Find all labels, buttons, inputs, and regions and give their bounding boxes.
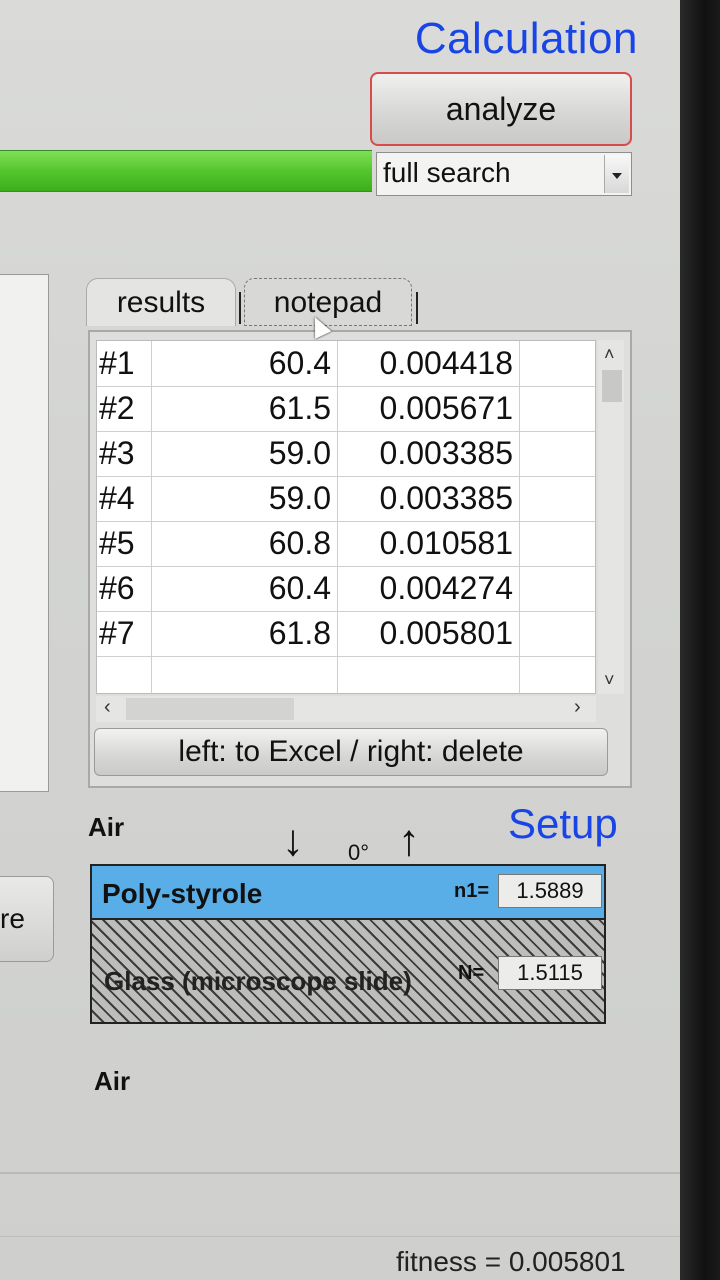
fitness-status: fitness = 0.005801	[396, 1246, 626, 1277]
row-id: #2	[99, 390, 135, 426]
setup-title: Setup	[508, 800, 618, 847]
excel-delete-button[interactable]: left: to Excel / right: delete	[94, 728, 608, 776]
refractive-index-field[interactable]: 1.5889	[498, 874, 602, 908]
row-fitness: 0.004274	[379, 570, 513, 606]
tab-separator	[239, 292, 241, 324]
scroll-down-icon[interactable]: ˅	[604, 670, 615, 691]
tab-results[interactable]: results	[86, 278, 236, 326]
app-window: Calculation analyze full search re resul…	[0, 0, 680, 1280]
scroll-left-icon[interactable]: ‹	[104, 696, 111, 719]
vertical-scrollbar[interactable]: ˄ ˅	[598, 340, 624, 694]
divider	[0, 1236, 680, 1237]
table-row[interactable]: #2 61.5 0.005671	[97, 386, 595, 432]
row-fitness: 0.005801	[379, 615, 513, 651]
progress-bar	[0, 150, 372, 192]
scroll-right-icon[interactable]: ›	[574, 696, 581, 719]
refractive-index-field[interactable]: 1.5115	[498, 956, 602, 990]
left-side-button-label: re	[0, 903, 25, 934]
row-id: #3	[99, 435, 135, 471]
incident-arrow-icon: ↓	[282, 816, 304, 865]
row-angle: 60.4	[268, 570, 331, 606]
tab-separator	[416, 292, 418, 324]
layer-polystyrole[interactable]: Poly-styrole n1= 1.5889	[90, 864, 606, 920]
row-id: #6	[99, 570, 135, 606]
top-medium-label: Air	[88, 812, 125, 842]
row-id: #1	[99, 345, 135, 381]
results-table[interactable]: #1 60.4 0.004418 #2 61.5 0.005671 #3 59.…	[96, 340, 596, 702]
table-row[interactable]: #1 60.4 0.004418	[97, 341, 595, 387]
results-panel: #1 60.4 0.004418 #2 61.5 0.005671 #3 59.…	[88, 330, 632, 788]
row-id: #4	[99, 480, 135, 516]
table-row[interactable]: #6 60.4 0.004274	[97, 566, 595, 612]
row-fitness: 0.010581	[379, 525, 513, 561]
refractive-index-label: N=	[458, 962, 485, 984]
search-mode-value: full search	[383, 157, 511, 188]
row-id: #5	[99, 525, 135, 561]
bottom-medium-label: Air	[94, 1066, 131, 1096]
row-angle: 61.5	[268, 390, 331, 426]
row-angle: 60.4	[268, 345, 331, 381]
layer-name: Poly-styrole	[102, 878, 263, 909]
analyze-button[interactable]: analyze	[370, 72, 632, 146]
table-row[interactable]: #5 60.8 0.010581	[97, 521, 595, 567]
layer-glass[interactable]: Glass (microscope slide) N= 1.5115	[90, 920, 606, 1024]
angle-label: 0°	[348, 840, 370, 865]
row-angle: 59.0	[268, 480, 331, 516]
left-side-button[interactable]: re	[0, 876, 54, 962]
table-row[interactable]: #3 59.0 0.003385	[97, 431, 595, 477]
reflected-arrow-icon: ↑	[398, 816, 420, 865]
calculation-title: Calculation	[414, 14, 638, 63]
scroll-thumb[interactable]	[126, 698, 294, 720]
monitor-bezel	[680, 0, 720, 1280]
tab-notepad[interactable]: notepad	[244, 278, 412, 326]
row-id: #7	[99, 615, 135, 651]
row-fitness: 0.003385	[379, 480, 513, 516]
chevron-down-icon[interactable]	[604, 155, 629, 193]
row-fitness: 0.005671	[379, 390, 513, 426]
left-panel	[0, 274, 49, 792]
table-row[interactable]: #7 61.8 0.005801	[97, 611, 595, 657]
layer-name: Glass (microscope slide)	[104, 966, 412, 996]
row-angle: 59.0	[268, 435, 331, 471]
row-angle: 60.8	[268, 525, 331, 561]
search-mode-select[interactable]: full search	[376, 152, 632, 196]
horizontal-scrollbar[interactable]: ‹ ›	[96, 696, 596, 722]
row-angle: 61.8	[268, 615, 331, 651]
scroll-thumb[interactable]	[602, 370, 622, 402]
scroll-up-icon[interactable]: ˄	[604, 344, 615, 365]
row-fitness: 0.004418	[379, 345, 513, 381]
divider	[0, 1172, 680, 1174]
row-fitness: 0.003385	[379, 435, 513, 471]
refractive-index-label: n1=	[454, 880, 490, 902]
table-row[interactable]: #4 59.0 0.003385	[97, 476, 595, 522]
